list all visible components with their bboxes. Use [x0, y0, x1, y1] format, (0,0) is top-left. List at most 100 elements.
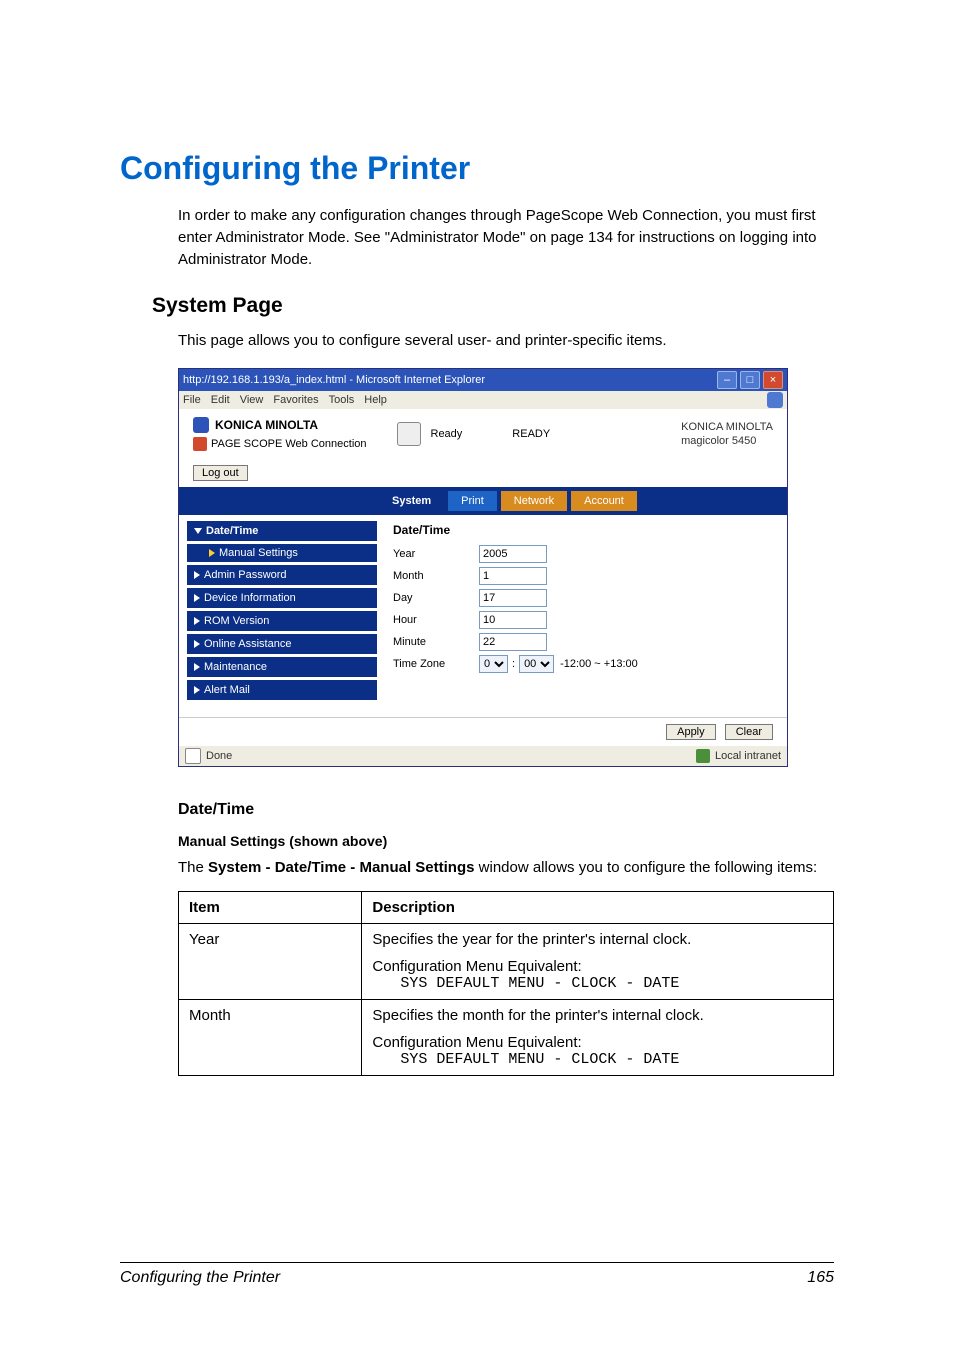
window-title-text: http://192.168.1.193/a_index.html - Micr… — [183, 374, 714, 386]
system-page-text: This page allows you to configure severa… — [120, 330, 834, 352]
footer-page-number: 165 — [807, 1269, 834, 1287]
logout-row: Log out — [179, 459, 787, 487]
clear-button[interactable]: Clear — [725, 724, 773, 740]
form-heading: Date/Time — [393, 523, 773, 537]
embedded-screenshot: http://192.168.1.193/a_index.html - Micr… — [178, 368, 788, 767]
year-field[interactable] — [479, 545, 547, 563]
footer-title: Configuring the Printer — [120, 1269, 280, 1287]
sidebar-item-manual-settings[interactable]: Manual Settings — [187, 544, 377, 562]
tab-row: System Print Network Account — [179, 487, 787, 511]
printer-ready-small: Ready — [431, 428, 463, 440]
chevron-right-icon — [194, 571, 200, 579]
device-model: magicolor 5450 — [681, 434, 773, 448]
timezone-range: -12:00 ~ +13:00 — [560, 658, 638, 670]
status-zone-text: Local intranet — [715, 750, 781, 762]
minute-label: Minute — [393, 636, 479, 648]
sidebar-item-label: Maintenance — [204, 661, 267, 673]
intro-paragraph: In order to make any configuration chang… — [120, 205, 834, 270]
main-pane: Date/Time Year Month Day Hour Minute Tim… — [383, 515, 787, 717]
sidebar-item-label: ROM Version — [204, 615, 269, 627]
apply-button[interactable]: Apply — [666, 724, 716, 740]
pagescope-text: PAGE SCOPE Web Connection — [211, 438, 367, 450]
button-row: Apply Clear — [179, 717, 787, 746]
sidebar-item-label: Device Information — [204, 592, 296, 604]
table-row: Year Specifies the year for the printer'… — [179, 923, 834, 999]
sidebar-item-admin-password[interactable]: Admin Password — [187, 565, 377, 585]
status-done-text: Done — [206, 750, 232, 762]
sidebar-item-label: Admin Password — [204, 569, 287, 581]
device-brand: KONICA MINOLTA — [681, 420, 773, 434]
sidebar-item-label: Date/Time — [206, 525, 258, 537]
menu-tools[interactable]: Tools — [329, 394, 355, 406]
window-max-icon[interactable]: □ — [740, 371, 760, 389]
cell-description: Specifies the year for the printer's int… — [362, 923, 834, 999]
day-field[interactable] — [479, 589, 547, 607]
chevron-down-icon — [194, 528, 202, 534]
table-row: Month Specifies the month for the printe… — [179, 999, 834, 1075]
system-page-heading: System Page — [120, 294, 834, 318]
browser-status-bar: Done Local intranet — [179, 746, 787, 766]
chevron-right-icon — [194, 686, 200, 694]
status-done-icon — [185, 748, 201, 764]
browser-menu-bar: File Edit View Favorites Tools Help — [179, 391, 787, 409]
sidebar-item-label: Online Assistance — [204, 638, 291, 650]
tab-account[interactable]: Account — [571, 491, 637, 511]
page-footer: Configuring the Printer 165 — [120, 1262, 834, 1287]
manual-settings-heading: Manual Settings (shown above) — [120, 833, 834, 849]
menu-edit[interactable]: Edit — [211, 394, 230, 406]
timezone-label: Time Zone — [393, 658, 479, 670]
chevron-right-icon — [194, 663, 200, 671]
pagescope-icon — [193, 437, 207, 451]
printer-status-icon — [397, 422, 421, 446]
app-header: KONICA MINOLTA PAGE SCOPE Web Connection… — [179, 409, 787, 459]
cell-description: Specifies the month for the printer's in… — [362, 999, 834, 1075]
sidebar-item-date-time[interactable]: Date/Time — [187, 521, 377, 541]
printer-ready-big: READY — [512, 428, 550, 440]
ie-logo-icon — [767, 392, 783, 408]
logout-button[interactable]: Log out — [193, 465, 248, 481]
day-label: Day — [393, 592, 479, 604]
timezone-hour-select[interactable]: 0 — [479, 655, 508, 673]
month-field[interactable] — [479, 567, 547, 585]
device-info: KONICA MINOLTA magicolor 5450 — [681, 420, 773, 449]
chevron-right-icon — [194, 640, 200, 648]
chevron-right-icon — [194, 617, 200, 625]
manual-settings-paragraph: The System - Date/Time - Manual Settings… — [120, 857, 834, 879]
sidebar: Date/Time Manual Settings Admin Password… — [179, 515, 383, 717]
sidebar-item-maintenance[interactable]: Maintenance — [187, 657, 377, 677]
page-title: Configuring the Printer — [120, 150, 834, 187]
timezone-min-select[interactable]: 00 — [519, 655, 554, 673]
km-logo-icon — [193, 417, 209, 433]
minute-field[interactable] — [479, 633, 547, 651]
hour-field[interactable] — [479, 611, 547, 629]
window-title-bar: http://192.168.1.193/a_index.html - Micr… — [179, 369, 787, 391]
sidebar-item-device-information[interactable]: Device Information — [187, 588, 377, 608]
menu-view[interactable]: View — [240, 394, 264, 406]
menu-file[interactable]: File — [183, 394, 201, 406]
date-time-heading: Date/Time — [120, 801, 834, 819]
cell-item: Month — [179, 999, 362, 1075]
settings-table: Item Description Year Specifies the year… — [178, 891, 834, 1076]
intranet-zone-icon — [696, 749, 710, 763]
hour-label: Hour — [393, 614, 479, 626]
content-area: Date/Time Manual Settings Admin Password… — [179, 515, 787, 717]
menu-help[interactable]: Help — [364, 394, 387, 406]
year-label: Year — [393, 548, 479, 560]
tab-system[interactable]: System — [379, 491, 444, 511]
window-close-icon[interactable]: × — [763, 371, 783, 389]
cell-item: Year — [179, 923, 362, 999]
logo-block: KONICA MINOLTA PAGE SCOPE Web Connection — [193, 417, 367, 451]
sidebar-item-label: Manual Settings — [219, 547, 298, 559]
month-label: Month — [393, 570, 479, 582]
km-logo-text: KONICA MINOLTA — [215, 418, 318, 432]
menu-favorites[interactable]: Favorites — [273, 394, 318, 406]
window-min-icon[interactable]: – — [717, 371, 737, 389]
tab-network[interactable]: Network — [501, 491, 567, 511]
sidebar-item-rom-version[interactable]: ROM Version — [187, 611, 377, 631]
tab-print[interactable]: Print — [448, 491, 497, 511]
chevron-right-icon — [194, 594, 200, 602]
sidebar-item-online-assistance[interactable]: Online Assistance — [187, 634, 377, 654]
chevron-right-icon — [209, 549, 215, 557]
sidebar-item-alert-mail[interactable]: Alert Mail — [187, 680, 377, 700]
th-description: Description — [362, 891, 834, 923]
